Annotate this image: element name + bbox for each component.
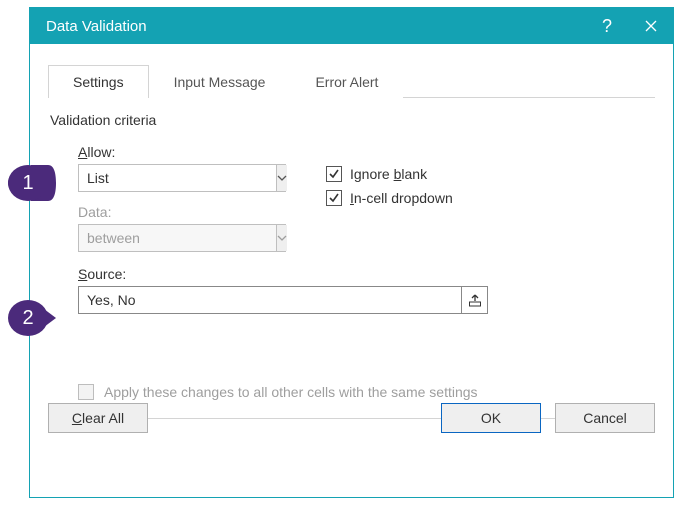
data-label: Data:	[78, 204, 308, 220]
allow-label: Allow:	[78, 144, 308, 160]
tab-bar: Settings Input Message Error Alert	[48, 64, 655, 98]
annotation-callout-1: 1	[6, 163, 56, 203]
titlebar: Data Validation ?	[30, 8, 673, 44]
source-input-row[interactable]	[78, 286, 488, 314]
checkbox-box	[326, 190, 342, 206]
apply-changes-checkbox: Apply these changes to all other cells w…	[78, 384, 639, 400]
chevron-down-icon	[277, 175, 287, 181]
allow-dropdown[interactable]	[78, 164, 286, 192]
help-button[interactable]: ?	[585, 8, 629, 44]
tab-error-alert[interactable]: Error Alert	[290, 65, 403, 98]
apply-changes-label: Apply these changes to all other cells w…	[104, 384, 478, 400]
checkbox-box	[326, 166, 342, 182]
criteria-panel: Allow: Data:	[48, 134, 655, 406]
tab-input-message[interactable]: Input Message	[149, 65, 291, 98]
tab-settings[interactable]: Settings	[48, 65, 149, 98]
close-button[interactable]	[629, 8, 673, 44]
chevron-down-icon	[277, 235, 287, 241]
incell-dropdown-checkbox[interactable]: In-cell dropdown	[326, 190, 453, 206]
allow-dropdown-caret[interactable]	[276, 165, 287, 191]
checkbox-box	[78, 384, 94, 400]
dialog-body: Settings Input Message Error Alert Valid…	[30, 44, 673, 447]
source-input[interactable]	[79, 287, 461, 313]
ignore-blank-label: Ignore blank	[350, 166, 427, 182]
incell-dropdown-label: In-cell dropdown	[350, 190, 453, 206]
data-input	[79, 225, 276, 251]
ignore-blank-checkbox[interactable]: Ignore blank	[326, 166, 453, 182]
checkmark-icon	[328, 192, 340, 204]
validation-criteria-label: Validation criteria	[48, 112, 655, 128]
button-row: Clear All OK Cancel	[48, 403, 655, 433]
ok-button[interactable]: OK	[441, 403, 541, 433]
clear-all-button[interactable]: Clear All	[48, 403, 148, 433]
annotation-callout-2: 2	[6, 298, 56, 338]
range-picker-icon	[468, 293, 482, 307]
cancel-button[interactable]: Cancel	[555, 403, 655, 433]
allow-input[interactable]	[79, 165, 276, 191]
close-icon	[644, 19, 658, 33]
data-validation-dialog: Data Validation ? Settings Input Message…	[29, 7, 674, 498]
source-label: Source:	[78, 266, 639, 282]
range-picker-button[interactable]	[461, 287, 487, 313]
window-title: Data Validation	[46, 18, 585, 35]
data-dropdown-caret	[276, 225, 287, 251]
data-dropdown	[78, 224, 286, 252]
checkmark-icon	[328, 168, 340, 180]
